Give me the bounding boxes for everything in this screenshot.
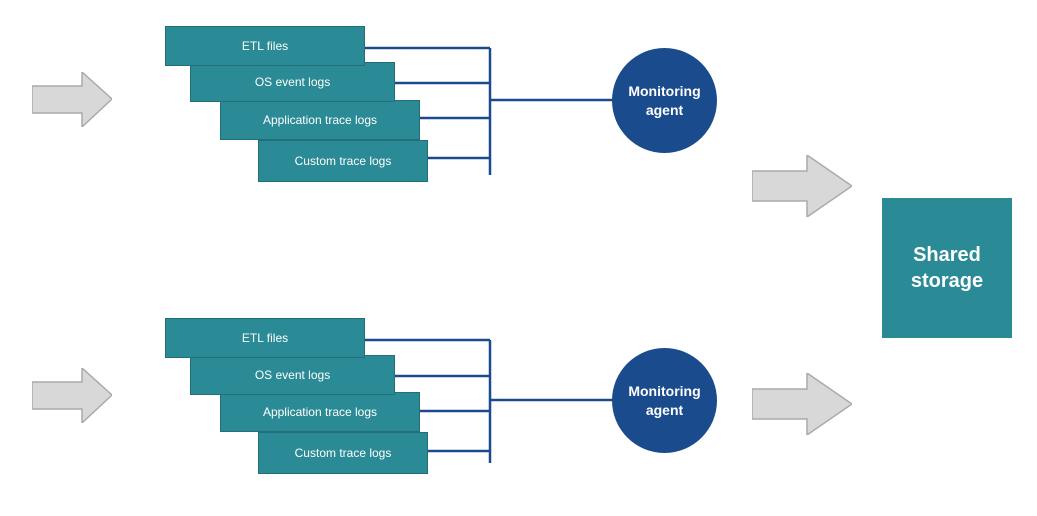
- input-arrow-bottom: [32, 368, 112, 428]
- diagram: Custom trace logs Application trace logs…: [0, 0, 1037, 516]
- app-trace-logs-top: Application trace logs: [220, 100, 420, 140]
- os-event-logs-bottom: OS event logs: [190, 355, 395, 395]
- input-arrow-top: [32, 72, 112, 132]
- custom-trace-logs-bottom: Custom trace logs: [258, 432, 428, 474]
- etl-files-bottom: ETL files: [165, 318, 365, 358]
- output-arrow-bottom: [752, 373, 852, 440]
- output-arrow-top: [752, 155, 852, 222]
- agent-bottom: Monitoring agent: [612, 348, 717, 453]
- shared-storage: Shared storage: [882, 198, 1012, 338]
- os-event-logs-top: OS event logs: [190, 62, 395, 102]
- app-trace-logs-bottom: Application trace logs: [220, 392, 420, 432]
- etl-files-top: ETL files: [165, 26, 365, 66]
- custom-trace-logs-top: Custom trace logs: [258, 140, 428, 182]
- agent-top: Monitoring agent: [612, 48, 717, 153]
